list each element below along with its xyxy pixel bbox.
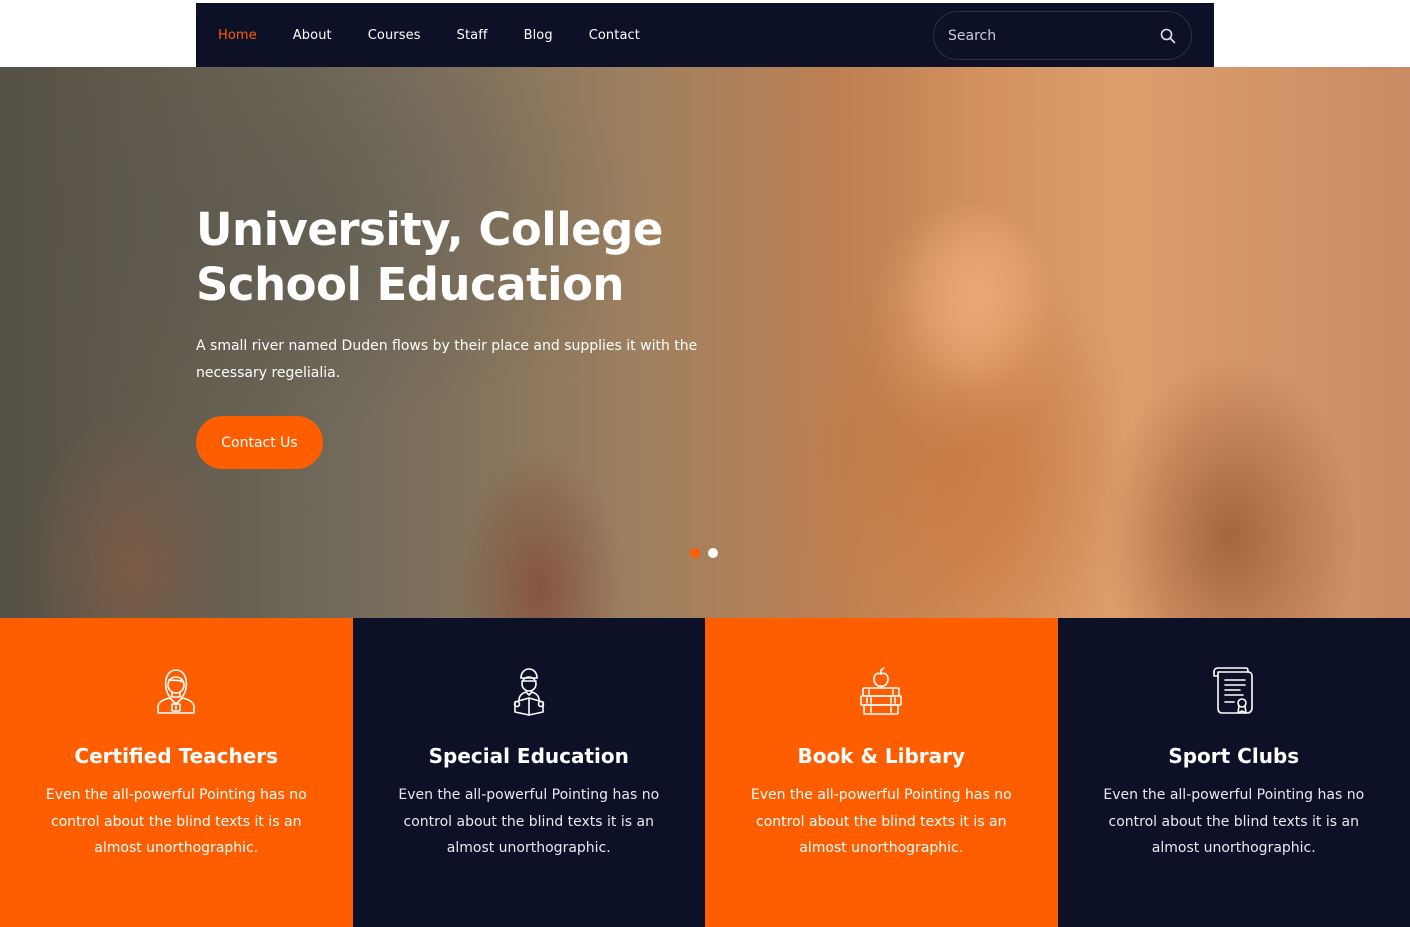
- hero-title-line-1: University, College: [196, 203, 663, 256]
- search-box[interactable]: [933, 11, 1192, 60]
- feature-title: Special Education: [428, 744, 629, 768]
- hero-subtitle: A small river named Duden flows by their…: [196, 338, 698, 381]
- nav-links: Home About Courses Staff Blog Contact: [218, 3, 676, 67]
- search-input[interactable]: [948, 27, 1159, 44]
- nav-item-blog[interactable]: Blog: [524, 28, 553, 43]
- feature-text: Even the all-powerful Pointing has no co…: [1103, 787, 1365, 856]
- nav-item-courses[interactable]: Courses: [368, 28, 421, 43]
- features-row: Certified Teachers Even the all-powerful…: [0, 618, 1410, 927]
- feature-title: Book & Library: [797, 744, 966, 768]
- feature-card-book-library: Book & Library Even the all-powerful Poi…: [705, 618, 1058, 927]
- nav-item-about[interactable]: About: [293, 28, 332, 43]
- feature-text: Even the all-powerful Pointing has no co…: [398, 787, 660, 856]
- nav-item-contact[interactable]: Contact: [589, 28, 640, 43]
- hero-title-line-2: School Education: [196, 258, 624, 311]
- books-apple-icon: [860, 667, 903, 715]
- slider-dots: [690, 548, 718, 558]
- search-icon[interactable]: [1159, 27, 1177, 45]
- contact-us-button[interactable]: Contact Us: [196, 416, 323, 469]
- teacher-icon: [157, 669, 196, 714]
- student-reading-icon: [513, 668, 545, 716]
- feature-text: Even the all-powerful Pointing has no co…: [45, 787, 307, 856]
- slider-dot-1[interactable]: [690, 548, 700, 558]
- slider-dot-2[interactable]: [708, 548, 718, 558]
- feature-card-certified-teachers: Certified Teachers Even the all-powerful…: [0, 618, 353, 927]
- nav-item-staff[interactable]: Staff: [457, 28, 488, 43]
- hero-title: University, College School Education: [196, 202, 756, 312]
- feature-title: Certified Teachers: [74, 744, 279, 768]
- nav-item-home[interactable]: Home: [218, 28, 257, 43]
- main-navbar: Home About Courses Staff Blog Contact: [196, 3, 1214, 67]
- feature-card-special-education: Special Education Even the all-powerful …: [352, 618, 705, 927]
- feature-card-sport-clubs: Sport Clubs Even the all-powerful Pointi…: [1057, 618, 1410, 927]
- feature-text: Even the all-powerful Pointing has no co…: [750, 787, 1012, 856]
- feature-title: Sport Clubs: [1168, 744, 1300, 768]
- certificate-icon: [1212, 667, 1253, 714]
- hero-slider: University, College School Education A s…: [0, 67, 1410, 618]
